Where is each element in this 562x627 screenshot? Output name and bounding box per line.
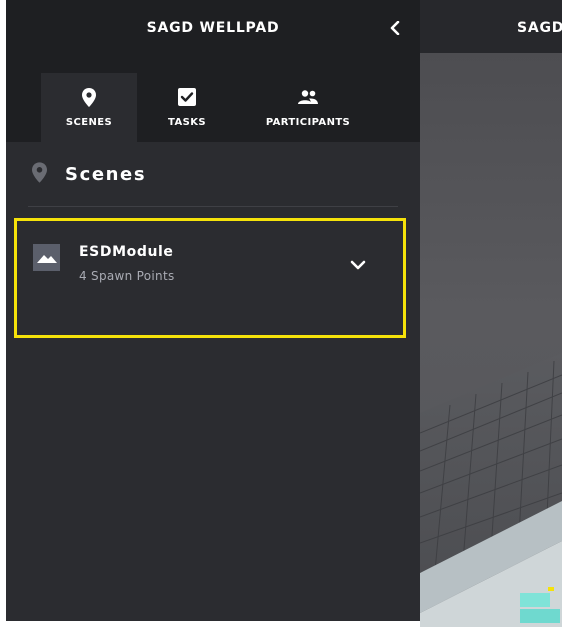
tab-scenes-label: SCENES xyxy=(65,117,113,128)
tab-participants[interactable]: PARTICIPANTS xyxy=(252,73,364,142)
tab-scenes[interactable]: SCENES xyxy=(41,73,137,142)
scenes-section-header: Scenes xyxy=(32,162,146,187)
chevron-left-icon xyxy=(390,20,400,39)
chevron-down-icon xyxy=(350,255,366,274)
sidebar-header: SAGD WELLPAD xyxy=(6,0,420,57)
people-icon xyxy=(297,87,319,107)
map-pin-icon xyxy=(32,162,47,187)
sidebar: SAGD WELLPAD SCENES TASKS PARTICIPANTS S… xyxy=(6,0,420,621)
map-pin-icon xyxy=(82,87,96,107)
collapse-sidebar-button[interactable] xyxy=(383,16,407,42)
sidebar-title: SAGD WELLPAD xyxy=(146,20,280,36)
viewport-header: SAGD WELLPAD xyxy=(420,0,562,53)
scene-spawn-points: 4 Spawn Points xyxy=(79,269,175,283)
3d-scene-canvas xyxy=(420,53,562,627)
mountain-image-icon xyxy=(33,244,60,271)
tab-tasks-label: TASKS xyxy=(168,117,206,128)
scene-viewport[interactable]: SAGD WELLPAD xyxy=(420,0,562,627)
tab-bar: SCENES TASKS PARTICIPANTS xyxy=(6,57,420,142)
scenes-section-title: Scenes xyxy=(65,164,147,185)
tab-participants-label: PARTICIPANTS xyxy=(265,117,351,128)
scene-name: ESDModule xyxy=(79,244,174,260)
tab-tasks[interactable]: TASKS xyxy=(157,73,217,142)
section-divider xyxy=(28,206,398,207)
viewport-title: SAGD WELLPAD xyxy=(517,20,562,36)
checkbox-icon xyxy=(178,87,196,107)
expand-scene-button[interactable] xyxy=(346,254,370,274)
scene-item-esdmodule[interactable]: ESDModule 4 Spawn Points xyxy=(14,218,406,338)
